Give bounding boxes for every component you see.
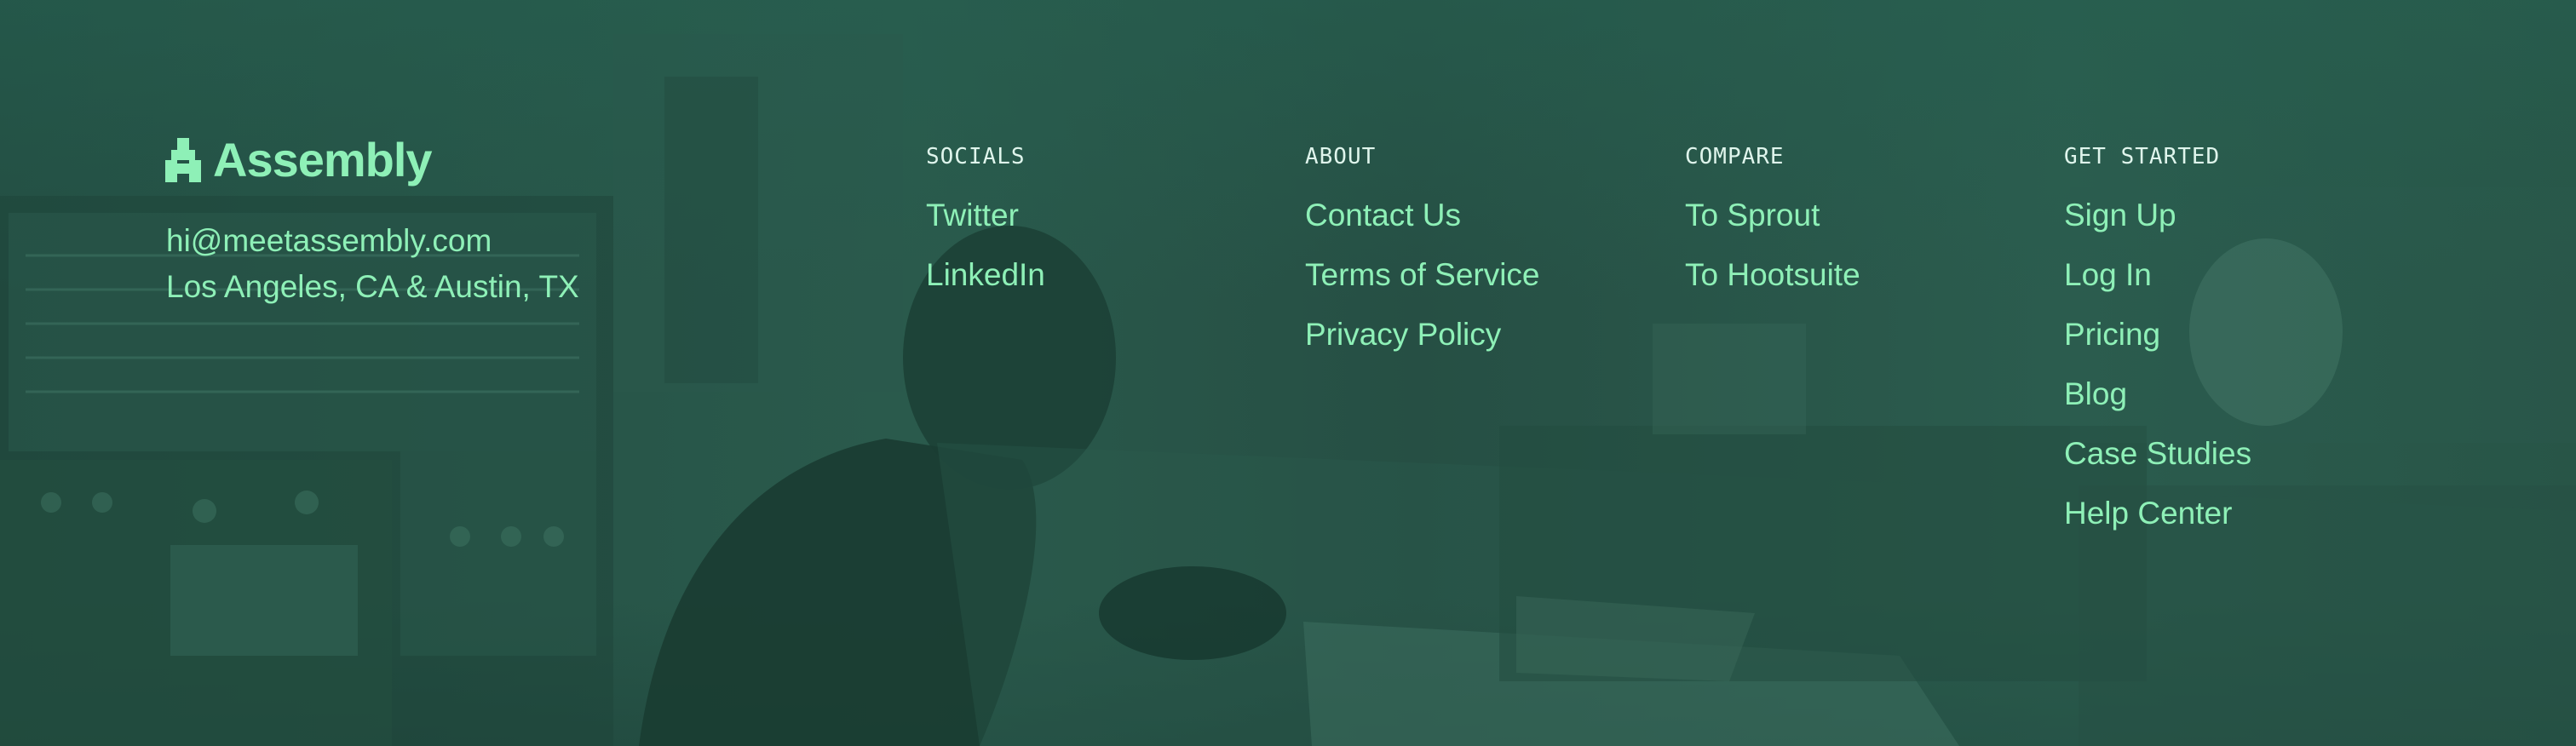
site-footer: Assembly hi@meetassembly.com Los Angeles… <box>0 0 2576 746</box>
contact-info: hi@meetassembly.com Los Angeles, CA & Au… <box>166 218 579 310</box>
brand[interactable]: Assembly <box>165 133 433 186</box>
column-heading-about: ABOUT <box>1305 144 1377 169</box>
footer-link-to-hootsuite[interactable]: To Hootsuite <box>1685 245 1860 305</box>
footer-link-terms-of-service[interactable]: Terms of Service <box>1305 245 1540 305</box>
brand-name: Assembly <box>213 133 433 186</box>
contact-location: Los Angeles, CA & Austin, TX <box>166 269 579 304</box>
footer-link-log-in[interactable]: Log In <box>2064 245 2251 305</box>
footer-column-compare: COMPARE To Sprout To Hootsuite <box>1685 141 1860 305</box>
contact-email[interactable]: hi@meetassembly.com <box>166 218 579 264</box>
footer-link-blog[interactable]: Blog <box>2064 364 2251 424</box>
footer-link-case-studies[interactable]: Case Studies <box>2064 424 2251 484</box>
footer-column-about: ABOUT Contact Us Terms of Service Privac… <box>1305 141 1540 364</box>
footer-link-privacy-policy[interactable]: Privacy Policy <box>1305 305 1540 364</box>
footer-link-to-sprout[interactable]: To Sprout <box>1685 186 1860 245</box>
footer-link-contact-us[interactable]: Contact Us <box>1305 186 1540 245</box>
column-heading-socials: SOCIALS <box>926 144 1026 169</box>
column-heading-get-started: GET STARTED <box>2064 144 2221 169</box>
footer-link-linkedin[interactable]: LinkedIn <box>926 245 1045 305</box>
footer-link-sign-up[interactable]: Sign Up <box>2064 186 2251 245</box>
footer-link-help-center[interactable]: Help Center <box>2064 484 2251 543</box>
assembly-logo-icon <box>165 138 203 182</box>
footer-link-twitter[interactable]: Twitter <box>926 186 1045 245</box>
column-heading-compare: COMPARE <box>1685 144 1785 169</box>
footer-link-pricing[interactable]: Pricing <box>2064 305 2251 364</box>
footer-column-get-started: GET STARTED Sign Up Log In Pricing Blog … <box>2064 141 2251 543</box>
footer-column-socials: SOCIALS Twitter LinkedIn <box>926 141 1045 305</box>
